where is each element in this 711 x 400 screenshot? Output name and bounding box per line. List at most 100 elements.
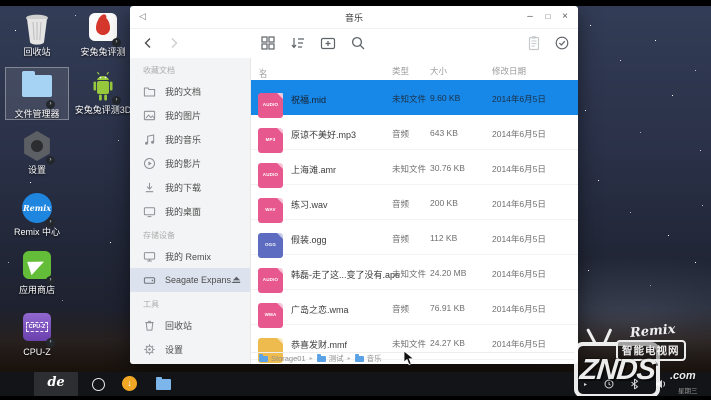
sidebar-item-my-remix[interactable]: 我的 Remix <box>130 244 250 268</box>
search-icon[interactable] <box>350 35 366 51</box>
sidebar-section-favorites: 收藏文档 <box>130 58 250 79</box>
breadcrumb-item[interactable]: Storage01 <box>259 354 306 363</box>
cpu-z-icon: CPU-Z › <box>21 313 53 345</box>
file-name: 练习.wav <box>291 198 328 211</box>
file-size: 30.76 KB <box>430 163 465 173</box>
sidebar-item-my-pictures[interactable]: 我的图片 <box>130 103 250 127</box>
breadcrumb-item[interactable]: 测试 <box>317 353 344 364</box>
desktop-icon-label: 回收站 <box>6 47 68 57</box>
assistant-circle-icon[interactable] <box>92 378 105 391</box>
grid-view-icon[interactable] <box>260 35 276 51</box>
desktop-icon-recycle-bin[interactable]: 回收站 <box>6 10 68 57</box>
file-size: 76.91 KB <box>430 303 465 313</box>
column-header-date[interactable]: 修改日期 <box>492 65 526 77</box>
folder-icon <box>259 356 268 362</box>
sidebar-item-label: 我的 Remix <box>165 250 211 263</box>
update-download-icon[interactable]: ↓ <box>122 376 137 391</box>
desktop-icon-label: Remix 中心 <box>6 227 68 237</box>
settings-nut-icon: › <box>21 131 53 163</box>
maximize-button[interactable]: □ <box>540 9 556 25</box>
antutu-3d-icon: › <box>87 71 119 103</box>
file-name: 假装.ogg <box>291 233 327 246</box>
start-button[interactable]: de <box>34 372 78 396</box>
sidebar-item-label: 我的图片 <box>165 109 201 122</box>
desktop-icon-antutu-3d[interactable]: › 安兔兔评测3D <box>70 68 136 115</box>
shortcut-badge-icon: › <box>46 276 55 285</box>
sidebar-item-label: 设置 <box>165 343 183 356</box>
sidebar-section-storage: 存储设备 <box>130 223 250 244</box>
taskbar-file-manager-icon[interactable] <box>156 379 171 390</box>
desktop-icon-file-manager[interactable]: › 文件管理器 <box>6 68 68 119</box>
sidebar-item-label: 我的桌面 <box>165 205 201 218</box>
file-manager-window: ◁ 音乐 – □ × <box>130 6 578 364</box>
desktop-icon-label: 安兔兔评测 <box>72 47 134 57</box>
sidebar-item-my-downloads[interactable]: 我的下载 <box>130 175 250 199</box>
desktop-icon-label: CPU-Z <box>6 347 68 357</box>
table-row[interactable]: WMA 广岛之恋.wma 音频 76.91 KB 2014年6月5日 <box>251 290 578 325</box>
sidebar-item-my-documents[interactable]: 我的文档 <box>130 79 250 103</box>
breadcrumb-separator: ▸ <box>348 355 351 362</box>
file-size: 9.60 KB <box>430 93 460 103</box>
file-name: 广岛之恋.wma <box>291 303 349 316</box>
minimize-button[interactable]: – <box>522 9 538 25</box>
desktop-icon-app-store[interactable]: › 应用商店 <box>6 248 68 295</box>
toolbar <box>130 28 578 58</box>
close-button[interactable]: × <box>557 9 573 25</box>
letterbox-top <box>0 0 711 6</box>
file-type: 音频 <box>392 303 409 315</box>
list-header: 名称 ˅ 类型 大小 修改日期 <box>251 62 578 80</box>
list-view-icon[interactable] <box>290 35 306 51</box>
sidebar-item-label: 我的影片 <box>165 157 201 170</box>
file-size: 24.20 MB <box>430 268 466 278</box>
select-mode-icon[interactable] <box>554 35 570 51</box>
folder-icon <box>355 356 364 362</box>
table-row[interactable]: MP3 原谅不美好.mp3 音频 643 KB 2014年6月5日 <box>251 115 578 150</box>
sidebar-item-my-videos[interactable]: 我的影片 <box>130 151 250 175</box>
clipboard-icon[interactable] <box>526 35 542 51</box>
eject-icon[interactable] <box>231 274 242 285</box>
image-icon <box>143 109 156 122</box>
file-type: 音频 <box>392 128 409 140</box>
back-icon[interactable] <box>140 35 156 51</box>
play-circle-icon <box>143 157 156 170</box>
sidebar-item-label: 我的文档 <box>165 85 201 98</box>
file-type: 未知文件 <box>392 163 426 175</box>
sidebar-item-label: Seagate Expans... <box>165 275 239 285</box>
shortcut-badge-icon: › <box>46 218 55 227</box>
watermark-com-text: .com <box>670 370 696 382</box>
table-row[interactable]: AUDIO 祝福.mid 未知文件 9.60 KB 2014年6月5日 <box>251 80 578 115</box>
monitor-icon <box>143 250 156 263</box>
sidebar-item-settings[interactable]: 设置 <box>130 337 250 361</box>
desktop-icon-remix-center[interactable]: Remix › Remix 中心 <box>6 190 68 237</box>
file-list: 名称 ˅ 类型 大小 修改日期 AUDIO 祝福.mid 未知文件 9.60 K… <box>251 58 578 364</box>
file-type: 音频 <box>392 233 409 245</box>
file-date: 2014年6月5日 <box>492 268 546 280</box>
file-size: 24.27 KB <box>430 338 465 348</box>
column-header-type[interactable]: 类型 <box>392 65 409 77</box>
breadcrumb-item[interactable]: 音乐 <box>355 353 382 364</box>
file-type: 未知文件 <box>392 93 426 105</box>
watermark-znds-text: ZNDS <box>578 354 656 387</box>
forward-icon[interactable] <box>166 35 182 51</box>
table-row[interactable]: AUDIO 上海滩.amr 未知文件 30.76 KB 2014年6月5日 <box>251 150 578 185</box>
desktop: 回收站 › 安兔兔评测 › 文件管理器 <box>0 0 711 400</box>
desktop-icon-antutu[interactable]: › 安兔兔评测 <box>72 10 134 57</box>
trash-icon <box>143 319 156 332</box>
titlebar[interactable]: ◁ 音乐 – □ × <box>130 6 578 29</box>
sidebar-item-my-desktop[interactable]: 我的桌面 <box>130 199 250 223</box>
table-row[interactable]: AUDIO 韩磊-走了这...变了没有.ape 未知文件 24.20 MB 20… <box>251 255 578 290</box>
desktop-icon-settings[interactable]: › 设置 <box>6 128 68 175</box>
sidebar-item-recycle-bin[interactable]: 回收站 <box>130 313 250 337</box>
sidebar-item-seagate-drive[interactable]: Seagate Expans... <box>130 268 250 292</box>
desktop-icon-cpu-z[interactable]: CPU-Z › CPU-Z <box>6 310 68 357</box>
new-folder-icon[interactable] <box>320 35 336 51</box>
table-row[interactable]: OGG 假装.ogg 音频 112 KB 2014年6月5日 <box>251 220 578 255</box>
watermark-remix-text: Remix <box>629 322 676 341</box>
sidebar-item-label: 我的音乐 <box>165 133 201 146</box>
sidebar-item-my-music[interactable]: 我的音乐 <box>130 127 250 151</box>
shortcut-badge-icon: › <box>112 38 121 47</box>
mouse-cursor <box>403 350 415 366</box>
column-header-size[interactable]: 大小 <box>430 65 447 77</box>
table-row[interactable]: WAV 练习.wav 音频 200 KB 2014年6月5日 <box>251 185 578 220</box>
znds-watermark: Remix 智能电视网 ZNDS .com <box>568 326 711 398</box>
